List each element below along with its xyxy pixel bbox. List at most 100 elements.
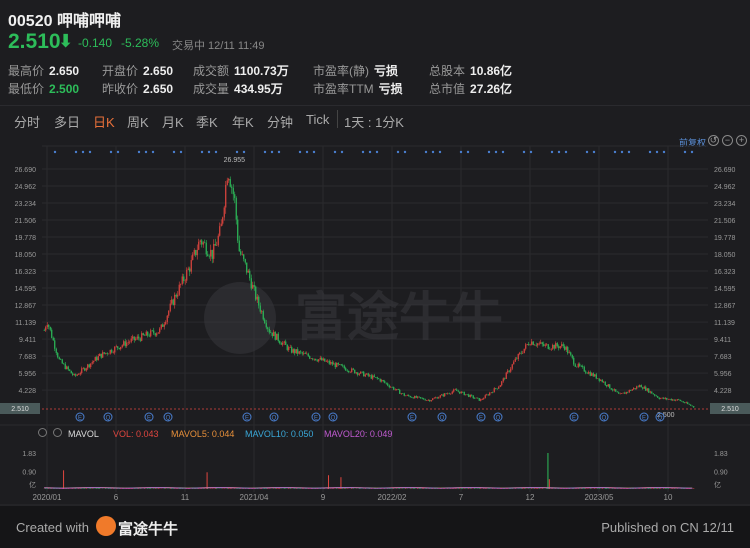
candle-body [633, 388, 635, 390]
candle-body [172, 299, 174, 305]
candle-body [477, 397, 479, 399]
volume-bar [402, 488, 404, 489]
candle-body [97, 355, 99, 361]
x-tick-label: 12 [526, 493, 535, 502]
candle-body [355, 372, 357, 374]
candle-body [114, 346, 116, 353]
candle-body [525, 344, 527, 349]
volume-bar [520, 488, 522, 489]
candle-body [570, 352, 572, 355]
candle-body [135, 338, 137, 341]
candle-body [277, 333, 279, 341]
candle-body [408, 395, 410, 397]
candle-body [546, 344, 548, 345]
candle-body [165, 321, 167, 325]
candle-body [471, 394, 473, 396]
event-dot [109, 150, 113, 154]
event-dot [655, 150, 659, 154]
settings-icon[interactable] [38, 428, 47, 437]
volume-bar [88, 488, 90, 489]
candle-body [418, 396, 420, 398]
candle-body [177, 294, 179, 297]
volume-bar [91, 488, 93, 489]
event-dot [312, 150, 316, 154]
volume-bar [406, 488, 408, 489]
candle-body [550, 348, 552, 350]
event-marker-label: Q [272, 416, 277, 422]
candle-body [675, 400, 677, 401]
volume-bar [657, 488, 659, 489]
candle-body [502, 378, 504, 382]
y-tick-label-right: 4.228 [714, 388, 732, 395]
candle-body [465, 394, 467, 396]
candle-body [540, 342, 542, 344]
volume-bar [676, 488, 678, 489]
candle-body [456, 389, 458, 391]
close-indicator-icon[interactable] [53, 428, 62, 437]
candle-body [406, 395, 408, 396]
candle-body [81, 368, 83, 373]
candle-body [307, 353, 309, 357]
candle-body [289, 347, 291, 348]
candle-body [562, 344, 564, 347]
candle-body [505, 372, 507, 379]
candle-body [195, 250, 197, 256]
candle-body [394, 389, 396, 391]
event-dot [333, 150, 337, 154]
event-dot [151, 150, 155, 154]
candle-body [441, 394, 443, 396]
candle-body [226, 180, 228, 185]
event-dot [144, 150, 148, 154]
event-dot [242, 150, 246, 154]
event-dot [361, 150, 365, 154]
volume-bar [324, 488, 326, 489]
candle-body [367, 373, 369, 376]
candle-body [369, 375, 371, 376]
event-dot [305, 150, 309, 154]
candle-body [219, 226, 221, 236]
candle-body [601, 379, 603, 383]
volume-bar [411, 488, 413, 489]
candle-body [531, 341, 533, 345]
candle-body [466, 394, 468, 396]
candle-body [382, 380, 384, 382]
volume-bar [298, 488, 300, 489]
candle-body [594, 374, 596, 377]
candle-body [618, 392, 620, 394]
volume-bar [303, 488, 305, 489]
candle-body [513, 361, 515, 365]
y-tick-label-right: 18.050 [714, 252, 736, 259]
candle-body [457, 390, 459, 392]
candle-body [388, 385, 390, 388]
volume-tick-left: 0.90 [22, 469, 36, 476]
candle-body [118, 347, 120, 350]
event-dot [501, 150, 505, 154]
x-tick-label: 10 [664, 493, 673, 502]
volume-bar [177, 488, 179, 489]
candle-body [342, 365, 344, 367]
x-tick-label: 2020/01 [33, 493, 62, 502]
candle-body [451, 391, 453, 394]
indicator-select[interactable]: MAVOL [68, 429, 99, 439]
candle-body [504, 378, 506, 379]
candle-body [325, 361, 327, 362]
volume-tick-right: 1.83 [714, 451, 728, 458]
candle-body [295, 349, 297, 354]
candle-body [514, 358, 516, 362]
candle-body [421, 398, 423, 399]
volume-bar [231, 488, 233, 489]
y-tick-label-right: 12.867 [714, 303, 736, 310]
candle-body [84, 368, 86, 371]
volume-bar [277, 488, 279, 489]
candle-body [640, 385, 642, 388]
candle-body [595, 374, 597, 379]
candle-body [435, 397, 437, 399]
candle-body [61, 359, 63, 364]
candle-body [141, 333, 143, 341]
candle-body [276, 333, 278, 340]
event-dot [53, 150, 57, 154]
last-price-label: 2.510 [11, 406, 29, 413]
candle-body [445, 393, 447, 395]
candle-body [609, 384, 611, 389]
event-dot [214, 150, 218, 154]
